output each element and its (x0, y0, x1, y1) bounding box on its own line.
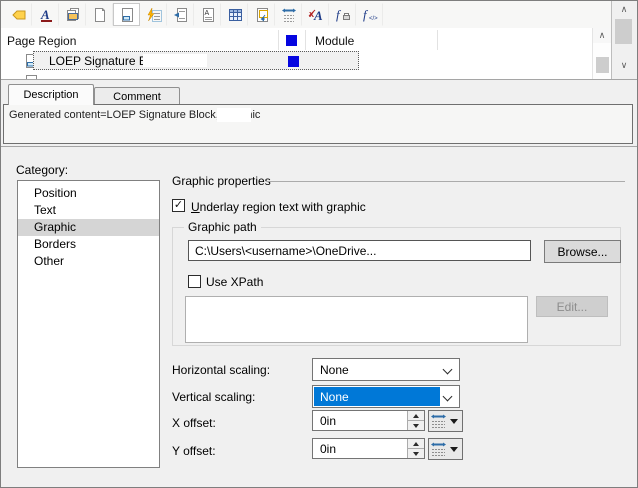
column-separator[interactable] (278, 30, 279, 50)
spin-up-button[interactable] (408, 411, 424, 420)
splitter[interactable] (0, 79, 638, 84)
vertical-scaling-combo[interactable]: None (312, 385, 460, 408)
header-marker-square (286, 35, 297, 46)
spinner (407, 411, 424, 430)
y-offset-units-button[interactable] (428, 438, 463, 460)
triangle-up-icon (413, 441, 419, 446)
x-offset-units-button[interactable] (428, 410, 463, 432)
table-icon[interactable] (221, 3, 248, 26)
pane-scrollbar[interactable]: ∧ ∨ (611, 1, 636, 79)
x-offset-field[interactable]: 0in (312, 410, 425, 431)
category-item-other[interactable]: Other (18, 253, 159, 270)
category-list: Position Text Graphic Borders Other (17, 180, 160, 468)
category-item-borders[interactable]: Borders (18, 236, 159, 253)
horizontal-scaling-label: Horizontal scaling: (172, 363, 271, 377)
redacted-area (217, 108, 251, 122)
svg-text:A: A (204, 10, 209, 17)
underlay-checkbox-label: Underlay region text with graphic (191, 200, 366, 214)
column-header-page-region[interactable]: Page Region (7, 34, 76, 48)
table-row-selected[interactable]: LOEP Signature Block (33, 51, 359, 70)
page-region-icon[interactable] (113, 3, 140, 26)
tab-comment[interactable]: Comment (94, 87, 180, 105)
copy-module-icon[interactable] (59, 3, 86, 26)
splitter[interactable] (0, 146, 638, 151)
redacted-area (143, 54, 207, 67)
insert-table-icon[interactable] (248, 3, 275, 26)
svg-text:A: A (40, 7, 50, 22)
spacing-icon[interactable] (275, 3, 302, 26)
use-xpath-checkbox[interactable] (188, 275, 201, 288)
spinner (407, 439, 424, 458)
edit-button[interactable]: Edit... (536, 296, 608, 317)
description-panel[interactable]: Generated content=LOEP Signature Block, … (3, 104, 633, 144)
chevron-down-icon (442, 391, 453, 402)
use-xpath-label: Use XPath (206, 275, 264, 289)
check-icon: ✓ (173, 199, 184, 211)
scroll-down-icon[interactable]: ∨ (612, 57, 636, 73)
category-item-text[interactable]: Text (18, 202, 159, 219)
selection-highlight: None (314, 387, 440, 406)
units-icon (431, 442, 446, 456)
triangle-down-icon (413, 423, 419, 428)
underlay-checkbox[interactable]: ✓ (172, 199, 185, 212)
graphic-path-input[interactable]: C:\Users\<username>\OneDrive... (188, 240, 531, 261)
units-icon (431, 414, 446, 428)
scrollbar-thumb[interactable] (615, 19, 632, 44)
chevron-down-icon (442, 364, 453, 375)
scrollbar-thumb[interactable] (596, 57, 609, 73)
horizontal-scaling-combo[interactable]: None (312, 358, 460, 381)
function-print-icon[interactable]: f (329, 3, 356, 26)
spin-up-button[interactable] (408, 439, 424, 448)
group-title: Graphic properties (172, 174, 271, 188)
svg-text:f: f (336, 7, 342, 22)
svg-text:</>: </> (369, 16, 378, 22)
list-scrollbar[interactable]: ∧ (592, 28, 611, 79)
column-separator[interactable] (437, 30, 438, 50)
dropdown-arrow-icon (450, 418, 458, 424)
browse-button[interactable]: Browse... (544, 240, 621, 263)
y-offset-label: Y offset: (172, 444, 216, 458)
category-item-position[interactable]: Position (18, 185, 159, 202)
scroll-up-icon[interactable]: ∧ (612, 1, 636, 17)
spin-down-button[interactable] (408, 420, 424, 430)
indent-region-icon[interactable] (167, 3, 194, 26)
y-offset-field[interactable]: 0in (312, 438, 425, 459)
category-item-graphic[interactable]: Graphic (18, 219, 159, 236)
group-title-rule (266, 181, 625, 182)
category-label: Category: (16, 163, 69, 177)
triangle-up-icon (413, 413, 419, 418)
region-list: Page Region Module LOEP Signature Block (1, 28, 592, 79)
xpath-textarea[interactable] (185, 296, 528, 343)
triangle-down-icon (413, 451, 419, 456)
x-offset-label: X offset: (172, 416, 216, 430)
vertical-scaling-label: Vertical scaling: (172, 390, 256, 404)
dynamic-content-icon[interactable] (140, 3, 167, 26)
tag-icon[interactable] (5, 3, 32, 26)
font-replace-icon[interactable]: xA (302, 3, 329, 26)
column-separator[interactable] (305, 30, 306, 50)
dropdown-arrow-icon (450, 446, 458, 452)
new-page-icon[interactable] (86, 3, 113, 26)
groupbox-title: Graphic path (184, 220, 261, 234)
toolbar: A A xA f f</> (1, 1, 611, 28)
spin-down-button[interactable] (408, 448, 424, 458)
text-region-icon[interactable]: A (194, 3, 221, 26)
font-style-icon[interactable]: A (32, 3, 59, 26)
function-code-icon[interactable]: f </> (356, 3, 383, 26)
column-header-module[interactable]: Module (315, 34, 354, 48)
row-marker-square (288, 56, 299, 67)
scroll-up-icon[interactable]: ∧ (593, 28, 611, 43)
tab-description[interactable]: Description (8, 84, 94, 105)
